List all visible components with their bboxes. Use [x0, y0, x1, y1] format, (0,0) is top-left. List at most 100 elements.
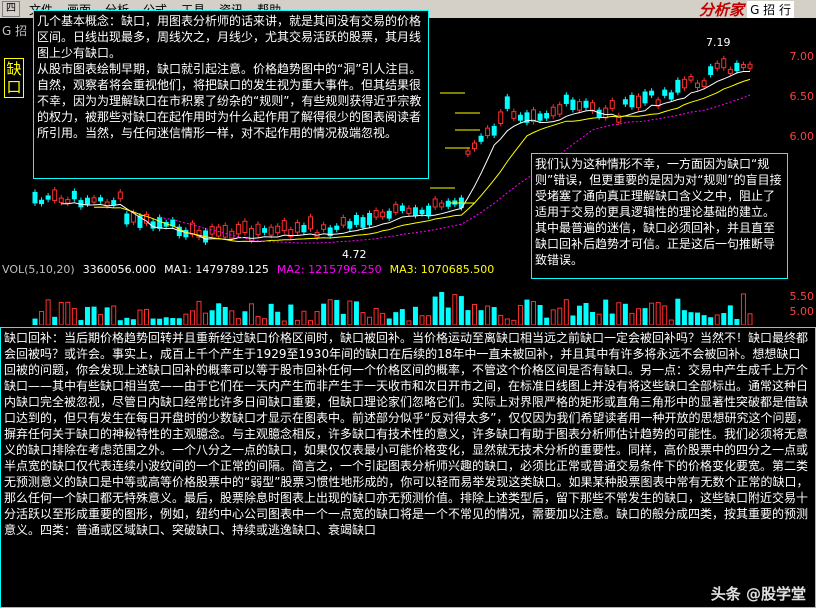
volume-bar [235, 318, 241, 325]
volume-bar [367, 316, 373, 325]
volume-bar [308, 320, 314, 325]
volume-bar [426, 315, 432, 325]
volume-bar [58, 301, 64, 325]
volume-bar [144, 308, 150, 325]
volume-bar [150, 318, 156, 325]
candle-body [662, 89, 668, 96]
candle-body [747, 63, 753, 69]
candle-body [544, 113, 550, 119]
candle-body [117, 191, 123, 200]
volume-bar [176, 318, 182, 325]
candle-body [740, 64, 746, 69]
volume-bar [504, 318, 510, 325]
candle-body [471, 142, 477, 150]
volume-bar [721, 313, 727, 325]
candle-body [242, 220, 248, 233]
volume-bar [117, 320, 123, 325]
volume-bar [39, 310, 45, 325]
candle-body [255, 223, 261, 236]
stock-title: G 招 [2, 24, 28, 38]
volume-bar [380, 312, 386, 325]
volume-bar [170, 318, 176, 325]
volume-bar [695, 312, 701, 325]
volume-bar [747, 313, 753, 325]
candle-body [708, 66, 714, 75]
candle-body [426, 205, 432, 217]
candle-body [675, 79, 681, 93]
volume-bar [65, 301, 71, 325]
volume-bar [609, 313, 615, 325]
volume-bar [242, 311, 248, 325]
brand-tag: G 招 行 [747, 0, 794, 18]
volume-bar [596, 313, 602, 325]
candle-body [563, 94, 569, 104]
volume-bar [576, 305, 582, 325]
volume-bar [255, 316, 261, 325]
volume-bar [104, 307, 110, 325]
volume-bar [412, 306, 418, 325]
volume-bar [111, 305, 117, 325]
candle-body [71, 190, 77, 200]
volume-bar [98, 313, 104, 325]
candle-body [603, 107, 609, 119]
volume-bar [275, 311, 281, 325]
volume-bar [209, 310, 215, 325]
candle-body [111, 200, 117, 206]
volume-bar [216, 303, 222, 325]
volume-bar [294, 319, 300, 325]
candle-body [439, 202, 445, 208]
candle-body [373, 210, 379, 218]
volume-bar [327, 299, 333, 325]
brand: 分析家 G 招 行 [699, 0, 794, 19]
volume-bar [203, 312, 209, 325]
volume-bar [52, 316, 58, 325]
candle-body [39, 199, 45, 205]
volume-bar [432, 296, 438, 325]
volume-bar [301, 310, 307, 325]
candle-body [222, 224, 228, 238]
candle-body [353, 214, 359, 225]
volume-bar [288, 304, 294, 325]
candle-body [360, 217, 366, 228]
candle-body [590, 102, 596, 112]
volume-bar [222, 306, 228, 325]
candle-body [419, 209, 425, 215]
candle-body [629, 94, 635, 108]
volume-bar [229, 310, 235, 325]
volume-bar [688, 312, 694, 325]
volume-bar [734, 318, 740, 325]
candle-body [321, 224, 327, 230]
volume-bar [452, 294, 458, 325]
volume-bar [642, 308, 648, 325]
candle-body [668, 92, 674, 100]
candle-body [688, 76, 694, 81]
price-axis-label: 6.50 [789, 90, 815, 103]
price-axis-label: 7.00 [789, 50, 815, 63]
candle-body [701, 80, 707, 88]
candle-body [275, 225, 281, 234]
volume-bar [714, 314, 720, 325]
volume-bar [517, 304, 523, 325]
candle-body [583, 100, 589, 108]
candle-body [649, 90, 655, 96]
volume-bar [189, 310, 195, 325]
volume-chart[interactable] [0, 275, 816, 325]
volume-bar [163, 317, 169, 325]
volume-bar [531, 301, 537, 325]
volume-bar [386, 318, 392, 325]
volume-bar [439, 291, 445, 325]
volume-bar [84, 306, 90, 325]
candle-body [52, 189, 58, 201]
volume-bar [635, 308, 641, 325]
volume-bar [511, 319, 517, 325]
volume-bar [445, 307, 451, 325]
volume-bar [550, 309, 556, 325]
volume-bar [124, 317, 130, 325]
volume-bar [91, 306, 97, 325]
candle-body [281, 220, 287, 232]
candle-body [570, 99, 576, 110]
volume-bar [71, 307, 77, 325]
candle-body [727, 69, 733, 74]
app-logo-icon[interactable]: 四 [2, 1, 20, 17]
volume-bar [583, 302, 589, 325]
